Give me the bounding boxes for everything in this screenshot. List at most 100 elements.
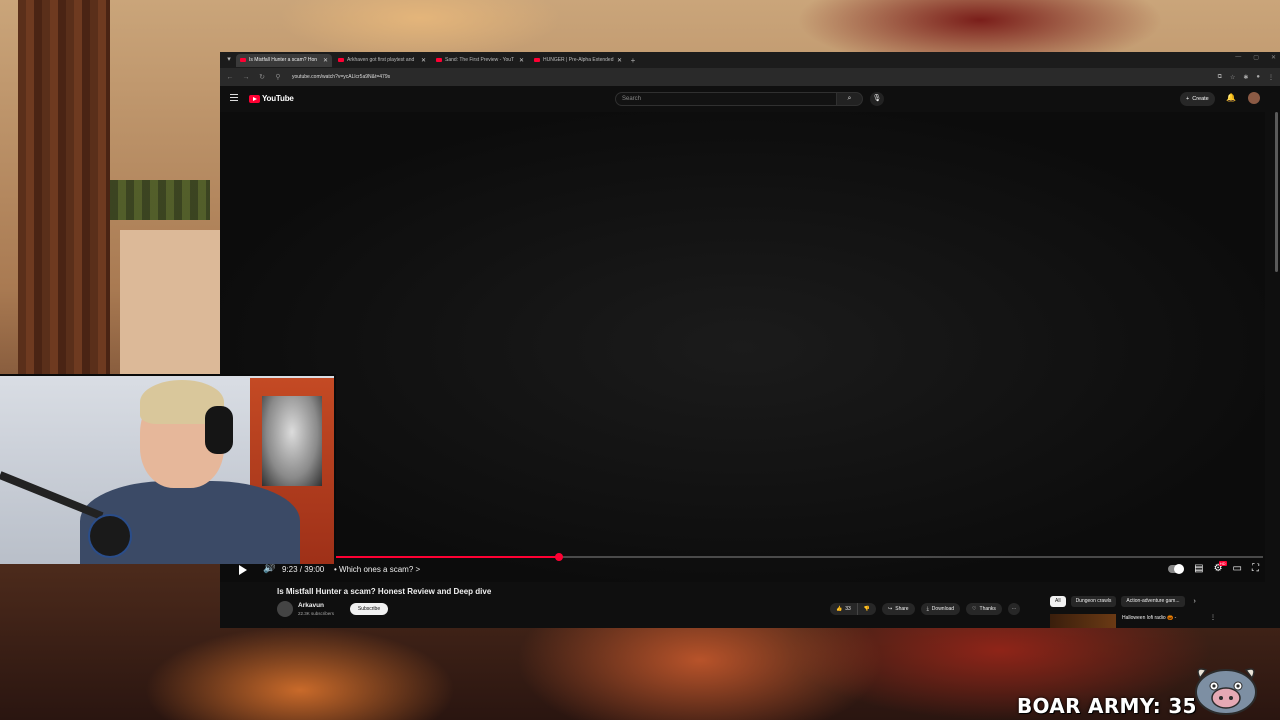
tab-2[interactable]: Sand: The First Preview - YouT ✕ [432,54,528,67]
youtube-play-logo-icon [249,94,260,103]
tab-title: Arkhaven got first playtest and [347,57,415,63]
recommendation-thumbnail[interactable] [1050,614,1116,628]
player-right-controls: ▤ ⚙ HD ▭ ⛶ [1168,561,1259,574]
maximize-icon[interactable]: ▢ [1253,54,1259,61]
tab-3[interactable]: HUNGER | Pre-Alpha Extended ✕ [530,54,626,67]
hd-badge: HD [1218,561,1227,566]
share-icon: ↪ [888,606,893,612]
youtube-favicon-icon [240,58,246,62]
close-tab-icon[interactable]: ✕ [617,57,622,64]
tab-0[interactable]: Is Mistfall Hunter a scam? Hon ✕ [236,53,332,67]
create-button[interactable]: + Create [1180,92,1215,106]
theater-mode-icon[interactable]: ▭ [1233,563,1242,574]
progress-played [335,556,559,558]
recommendation-title[interactable]: Halloween lofi radio 🎃 - [1122,615,1176,621]
install-icon[interactable]: ⧉ [1218,74,1222,81]
forward-icon[interactable]: → [242,74,250,81]
youtube-favicon-icon [436,58,442,62]
tree-trunk [18,0,110,380]
close-tab-icon[interactable]: ✕ [323,57,328,64]
boar-mascot-icon [1195,668,1257,715]
extensions-icon[interactable]: ✱ [1243,74,1248,81]
account-avatar[interactable] [1248,92,1260,104]
menu-dots-icon[interactable]: ⋮ [1268,74,1274,81]
thanks-label: Thanks [979,606,996,612]
boar-army-counter: BOAR ARMY: 35 [1017,694,1197,718]
site-info-icon[interactable]: ⚲ [274,73,282,81]
download-button[interactable]: ⤓ Download [920,603,961,615]
thumbs-up-icon: 👍 [836,606,843,612]
recommendation-more-icon[interactable]: ⋮ [1210,614,1216,621]
address-bar: ← → ↻ ⚲ youtube.com/watch?v=ycALlcr5a9N&… [220,68,1280,86]
subscribe-button[interactable]: Subscribe [350,603,388,615]
youtube-favicon-icon [338,58,344,62]
like-button[interactable]: 👍 33 [830,603,857,615]
youtube-logo-text: YouTube [262,94,294,103]
stream-scene: ▾ Is Mistfall Hunter a scam? Hon ✕ Arkha… [0,0,1280,720]
page-scrollbar[interactable] [1275,112,1278,272]
poster-character [262,396,322,486]
tab-title: Is Mistfall Hunter a scam? Hon [249,57,318,63]
tab-title: Sand: The First Preview - YouT [445,57,515,63]
chapter-title[interactable]: • Which ones a scam? > [334,565,420,574]
microphone-icon[interactable]: 🎙 [870,92,884,106]
tab-title: HUNGER | Pre-Alpha Extended [543,57,614,63]
close-tab-icon[interactable]: ✕ [519,57,524,64]
plus-icon: + [1186,96,1190,102]
share-label: Share [895,606,909,612]
close-window-icon[interactable]: ✕ [1271,54,1276,61]
create-label: Create [1192,96,1209,102]
channel-avatar[interactable] [277,601,293,617]
profile-icon[interactable]: ● [1256,74,1260,81]
tab-search-icon[interactable]: ▾ [224,55,234,65]
chevron-right-icon[interactable]: › [1194,596,1196,607]
video-actions: 👍 33 👎 ↪ Share ⤓ Download ♡ Thanks ⋯ [830,603,1020,615]
player-controls: 🔊 9:23 / 39:00 • Which ones a scam? > ▤ … [220,560,1265,580]
new-tab-icon[interactable]: + [628,56,638,65]
thanks-button[interactable]: ♡ Thanks [966,603,1002,615]
thanks-icon: ♡ [972,606,977,612]
browser-window: ▾ Is Mistfall Hunter a scam? Hon ✕ Arkha… [220,52,1280,628]
youtube-logo[interactable]: YouTube [249,94,294,103]
video-title: Is Mistfall Hunter a scam? Honest Review… [277,587,492,596]
play-icon[interactable] [239,565,247,575]
search-input[interactable]: Search [615,92,837,106]
volume-icon[interactable]: 🔊 [263,563,275,574]
chip-all[interactable]: All [1050,596,1066,607]
minimize-icon[interactable]: — [1235,54,1241,61]
tab-bar: ▾ Is Mistfall Hunter a scam? Hon ✕ Arkha… [220,52,1280,68]
channel-name[interactable]: Arkavun [298,602,324,609]
share-button[interactable]: ↪ Share [882,603,915,615]
thumbs-down-icon: 👎 [863,606,871,612]
microphone-arm [0,471,104,520]
fullscreen-icon[interactable]: ⛶ [1252,563,1259,574]
window-controls: — ▢ ✕ [1235,54,1276,61]
search-icon[interactable]: ⌕ [837,92,863,106]
back-icon[interactable]: ← [226,74,234,81]
youtube-favicon-icon [534,58,540,62]
hamburger-menu-icon[interactable] [230,94,238,101]
video-player[interactable] [220,112,1265,582]
notifications-bell-icon[interactable]: 🔔 [1226,93,1236,102]
autoplay-toggle[interactable] [1168,563,1185,574]
bookmark-star-icon[interactable]: ☆ [1230,74,1235,81]
sky-patch [120,230,220,375]
chip-action-adventure[interactable]: Action-adventure gam... [1121,596,1185,607]
headset [205,406,233,454]
subscriber-count: 22.3K subscribers [298,611,335,616]
tab-1[interactable]: Arkhaven got first playtest and ✕ [334,54,430,67]
webcam-feed [0,374,336,564]
dislike-button[interactable]: 👎 [856,603,877,615]
settings-gear-icon[interactable]: ⚙ HD [1214,561,1227,574]
like-count: 33 [845,606,851,612]
close-tab-icon[interactable]: ✕ [421,57,426,64]
more-actions-icon[interactable]: ⋯ [1007,603,1020,615]
microphone [90,516,130,556]
chip-dungeon-crawls[interactable]: Dungeon crawls [1070,596,1117,607]
youtube-header: YouTube Search ⌕ 🎙 + Create 🔔 [220,86,1280,112]
reload-icon[interactable]: ↻ [258,73,266,81]
toolbar-icons: ⧉ ☆ ✱ ● ⋮ [1218,74,1274,81]
progress-bar[interactable] [335,553,1263,561]
url-text[interactable]: youtube.com/watch?v=ycALlcr5a9N&t=479s [292,74,390,80]
subtitles-icon[interactable]: ▤ [1194,563,1203,574]
